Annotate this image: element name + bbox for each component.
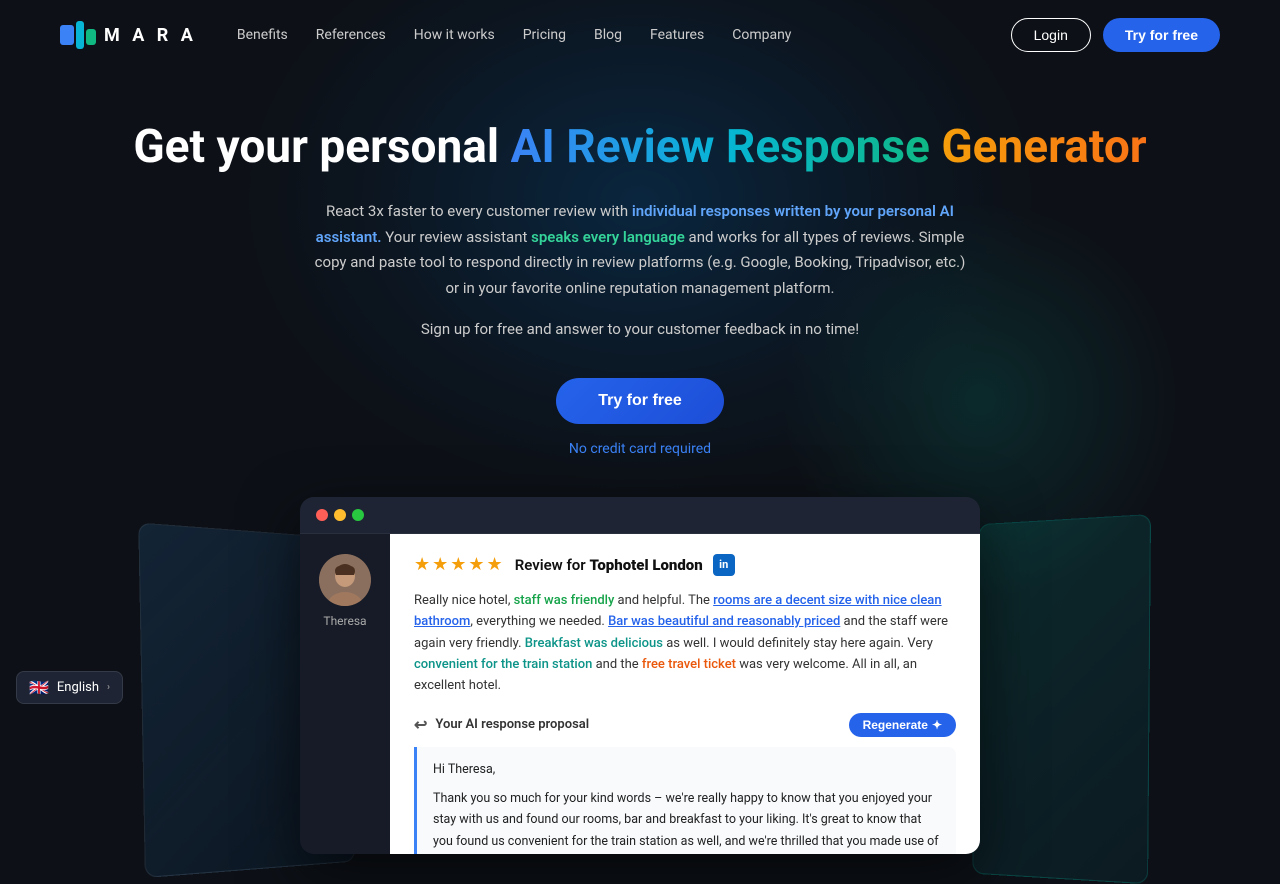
hero-title-gradient-orange: Generator (941, 120, 1146, 174)
browser-dot-green (352, 509, 364, 521)
nav-how-it-works[interactable]: How it works (414, 27, 495, 43)
reply-icon: ↩ (414, 715, 427, 734)
ai-body: Thank you so much for your kind words – … (433, 788, 940, 854)
linkedin-icon: in (713, 554, 735, 576)
nav-links: Benefits References How it works Pricing… (237, 27, 792, 43)
logo[interactable]: M A R A (60, 21, 197, 49)
hero-title-gradient-blue: AI Review Response (511, 120, 942, 174)
hero-section: Get your personal AI Review Response Gen… (0, 70, 1280, 487)
nav-references[interactable]: References (316, 27, 386, 43)
review-panel: ★★★★★ Review for Tophotel London in Real… (390, 534, 980, 854)
chevron-icon: › (107, 682, 110, 693)
hero-cta: Try for free No credit card required (20, 359, 1260, 457)
highlight-station: convenient for the train station (414, 657, 592, 672)
nav-pricing[interactable]: Pricing (523, 27, 566, 43)
highlight-breakfast: Breakfast was delicious (525, 636, 663, 651)
try-for-free-button-hero[interactable]: Try for free (556, 378, 724, 424)
nav-benefits[interactable]: Benefits (237, 27, 288, 43)
ai-response-header: ↩ Your AI response proposal Regenerate ✦ (414, 713, 956, 737)
nav-left: M A R A Benefits References How it works… (60, 21, 791, 49)
hotel-name: Tophotel London (589, 556, 702, 574)
login-button[interactable]: Login (1011, 18, 1091, 52)
nav-blog[interactable]: Blog (594, 27, 622, 43)
highlight-staff: staff was friendly (514, 593, 615, 608)
nav-company[interactable]: Company (732, 27, 791, 43)
flag-icon: 🇬🇧 (29, 678, 49, 697)
hero-subtitle: React 3x faster to every customer review… (310, 199, 970, 301)
review-header: ★★★★★ Review for Tophotel London in (414, 554, 956, 576)
ai-label: ↩ Your AI response proposal (414, 715, 589, 734)
browser-dot-yellow (334, 509, 346, 521)
language-selector[interactable]: 🇬🇧 English › (16, 671, 123, 704)
demo-area: Theresa ★★★★★ Review for Tophotel London… (0, 487, 1280, 857)
nav-features[interactable]: Features (650, 27, 704, 43)
browser-content: Theresa ★★★★★ Review for Tophotel London… (300, 534, 980, 854)
navbar: M A R A Benefits References How it works… (0, 0, 1280, 70)
try-for-free-button-nav[interactable]: Try for free (1103, 18, 1220, 52)
hero-title-part1: Get your personal (133, 120, 510, 174)
nav-right: Login Try for free (1011, 18, 1220, 52)
review-text: Really nice hotel, staff was friendly an… (414, 590, 956, 697)
no-credit-text: No credit card required (569, 441, 711, 457)
highlight-travel-ticket: free travel ticket (642, 657, 736, 672)
hero-highlight-language: speaks every language (531, 228, 685, 246)
browser-bar (300, 497, 980, 534)
card-background-right (972, 514, 1151, 884)
avatar (319, 554, 371, 606)
logo-icon (60, 21, 96, 49)
review-stars: ★★★★★ (414, 554, 505, 575)
demo-wrapper: Theresa ★★★★★ Review for Tophotel London… (160, 497, 1120, 857)
sidebar-avatar: Theresa (300, 534, 390, 854)
browser-dot-red (316, 509, 328, 521)
logo-text: M A R A (104, 25, 197, 46)
ai-response-box: Hi Theresa, Thank you so much for your k… (414, 747, 956, 854)
avatar-image (319, 554, 371, 606)
browser-window: Theresa ★★★★★ Review for Tophotel London… (300, 497, 980, 854)
review-title: Review for Tophotel London (515, 556, 703, 574)
hero-title: Get your personal AI Review Response Gen… (20, 120, 1260, 175)
highlight-bar: Bar was beautiful and reasonably priced (608, 614, 840, 629)
regenerate-button[interactable]: Regenerate ✦ (849, 713, 956, 737)
ai-greeting: Hi Theresa, (433, 759, 940, 780)
reviewer-name: Theresa (323, 614, 366, 628)
language-label: English (57, 680, 99, 695)
hero-signup-text: Sign up for free and answer to your cust… (310, 317, 970, 343)
